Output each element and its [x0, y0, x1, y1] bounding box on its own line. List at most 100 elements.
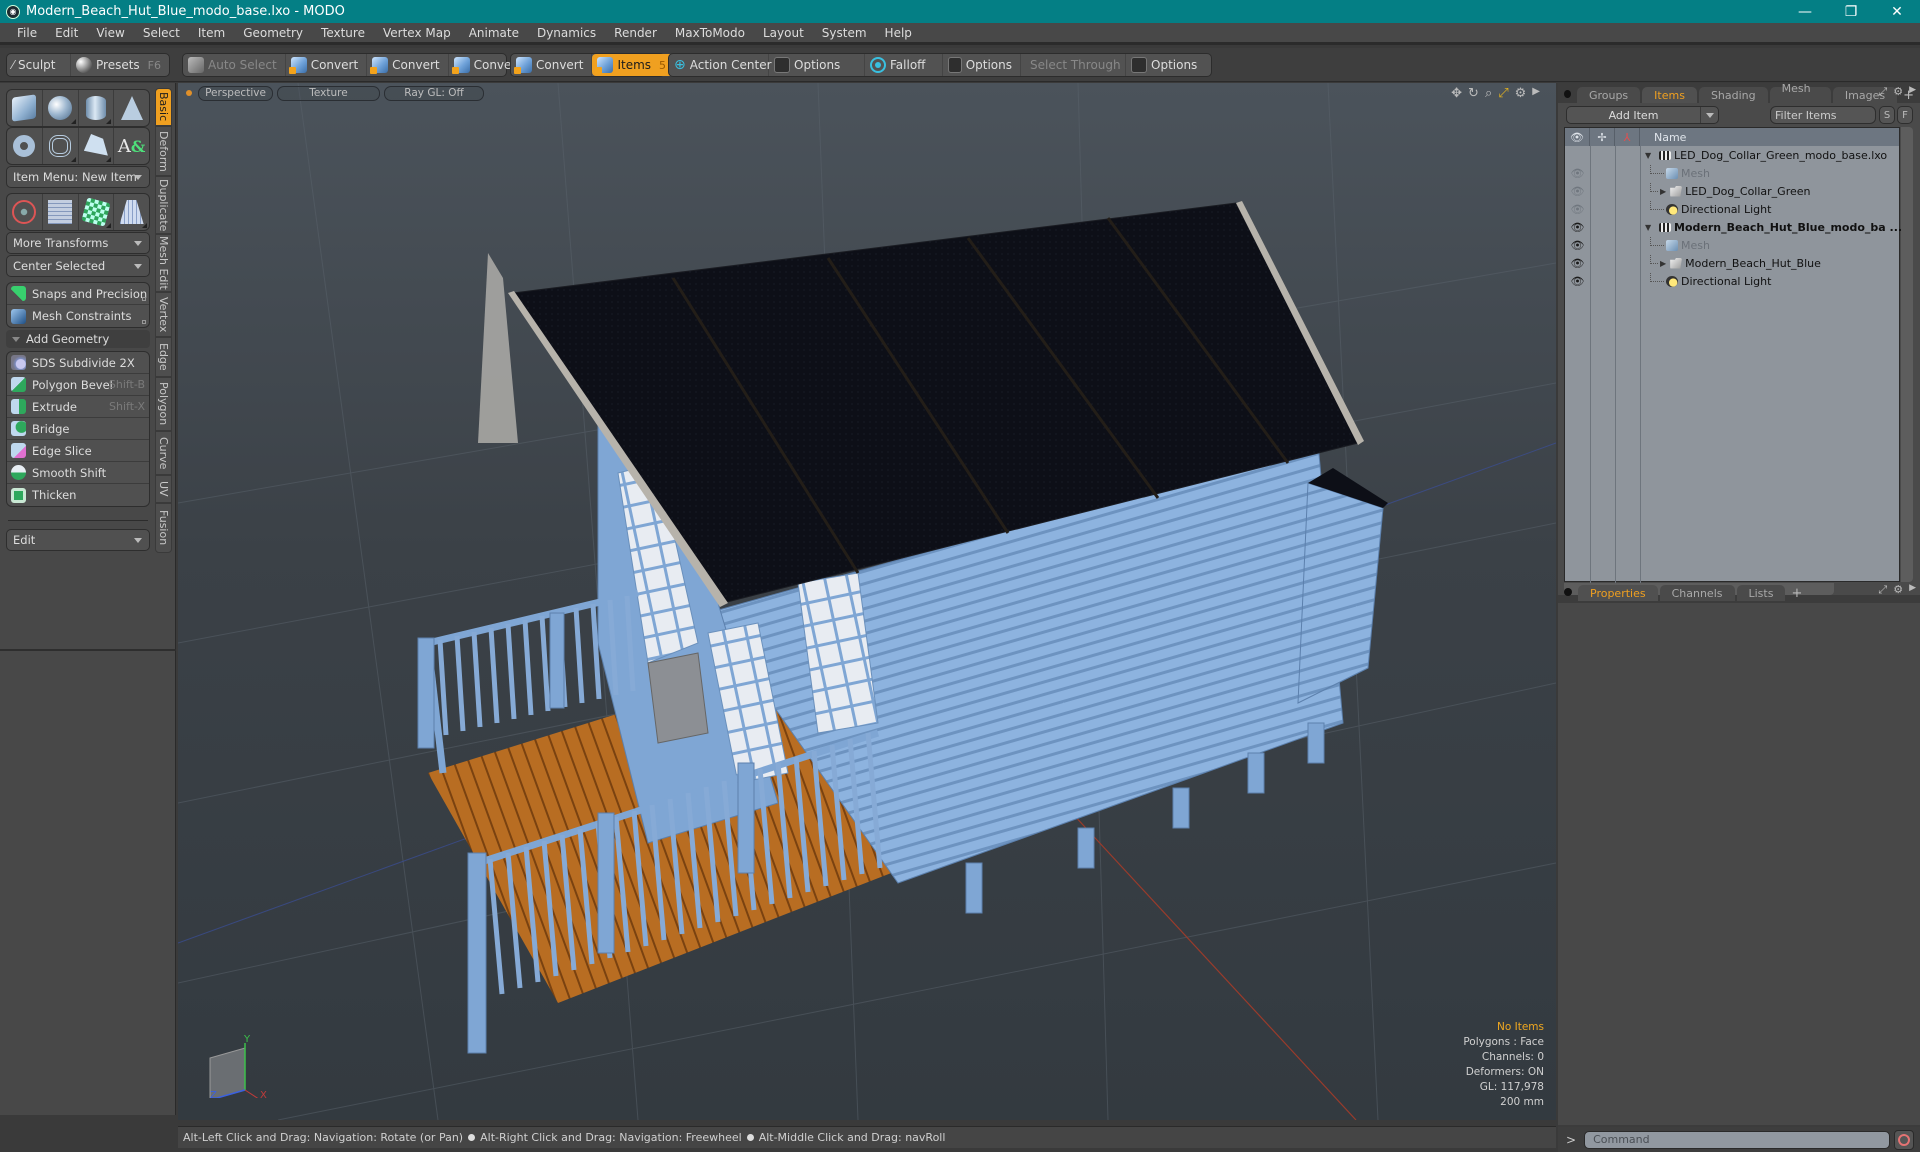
- select-through-button[interactable]: Select Through: [1021, 54, 1126, 76]
- snaps-and-precision-button[interactable]: Snaps and Precision: [7, 283, 149, 305]
- menu-maxtomodo[interactable]: MaxToModo: [666, 26, 754, 40]
- tab-properties[interactable]: Properties: [1578, 585, 1658, 601]
- panel-menu-icon[interactable]: [1564, 90, 1571, 98]
- deform-button[interactable]: [43, 194, 79, 230]
- tab-fusion[interactable]: Fusion: [155, 503, 172, 553]
- panel-arrow-icon[interactable]: ▶: [1909, 583, 1916, 597]
- visibility-eye-icon[interactable]: 👁: [1565, 239, 1590, 252]
- maximize-panel-icon[interactable]: ⤢: [1878, 85, 1887, 99]
- rotate-icon[interactable]: ↻: [1468, 86, 1479, 101]
- tree-vertical-scrollbar[interactable]: [1901, 127, 1913, 582]
- mesh-constraints-button[interactable]: Mesh Constraints: [7, 305, 149, 327]
- visibility-eye-icon[interactable]: 👁: [1565, 167, 1590, 180]
- menu-file[interactable]: File: [8, 26, 46, 40]
- tab-curve[interactable]: Curve: [155, 431, 172, 475]
- filter-items-input[interactable]: Filter Items: [1770, 106, 1876, 124]
- gear-icon[interactable]: ⚙: [1515, 86, 1527, 101]
- maximize-icon[interactable]: ⤢: [1498, 86, 1508, 101]
- falloff-options-button[interactable]: Options: [943, 54, 1021, 76]
- polygon-bevel-button[interactable]: Polygon Bevel Shift-B: [7, 374, 149, 396]
- tree-row-mesh[interactable]: 👁 Mesh: [1565, 236, 1899, 254]
- tree-row-scene-led[interactable]: ▼ LED_Dog_Collar_Green_modo_base.lxo: [1565, 146, 1899, 164]
- sds-subdivide-button[interactable]: SDS Subdivide 2X: [7, 352, 149, 374]
- tree-row-light[interactable]: 👁 Directional Light: [1565, 200, 1899, 218]
- sculpt-button[interactable]: ⁄ Sculpt: [7, 54, 71, 76]
- taper-tool-button[interactable]: [114, 194, 149, 230]
- menu-vertex-map[interactable]: Vertex Map: [374, 26, 460, 40]
- tab-edge[interactable]: Edge: [155, 337, 172, 377]
- view-mode-button[interactable]: Perspective: [198, 85, 273, 101]
- lock-column-icon[interactable]: ✢: [1590, 128, 1615, 146]
- menu-help[interactable]: Help: [876, 26, 921, 40]
- menu-geometry[interactable]: Geometry: [234, 26, 312, 40]
- more-transforms-dropdown[interactable]: More Transforms: [6, 232, 150, 254]
- add-geometry-section[interactable]: Add Geometry: [6, 330, 150, 348]
- pan-icon[interactable]: ✥: [1451, 86, 1462, 101]
- bridge-button[interactable]: Bridge: [7, 418, 149, 440]
- visibility-eye-icon[interactable]: 👁: [1565, 203, 1590, 216]
- menu-layout[interactable]: Layout: [754, 26, 813, 40]
- tab-mesh[interactable]: Mesh ...: [1769, 82, 1831, 108]
- convert-vertices-button[interactable]: Convert: [286, 54, 368, 76]
- menu-dynamics[interactable]: Dynamics: [528, 26, 605, 40]
- shading-mode-button[interactable]: Texture: [277, 85, 380, 101]
- zoom-icon[interactable]: ⌕: [1485, 86, 1492, 101]
- cylinder-primitive-button[interactable]: [79, 90, 115, 126]
- torus-primitive-button[interactable]: [7, 128, 43, 164]
- tab-channels[interactable]: Channels: [1659, 585, 1735, 601]
- gear-icon[interactable]: ⚙: [1893, 85, 1903, 99]
- tree-row-group[interactable]: 👁 ▶ LED_Dog_Collar_Green: [1565, 182, 1899, 200]
- panel-divider[interactable]: [0, 649, 176, 651]
- tree-row-group[interactable]: 👁 ▶ Modern_Beach_Hut_Blue: [1565, 254, 1899, 272]
- tab-mesh-edit[interactable]: Mesh Edit: [155, 234, 172, 292]
- axis-column-icon[interactable]: ⅄: [1615, 128, 1640, 146]
- command-input[interactable]: Command: [1584, 1130, 1891, 1149]
- record-macro-button[interactable]: [1894, 1129, 1915, 1150]
- presets-button[interactable]: Presets F6: [71, 54, 169, 76]
- action-center-options-button[interactable]: Options: [769, 54, 865, 76]
- tab-uv[interactable]: UV: [155, 475, 172, 503]
- visibility-eye-icon[interactable]: 👁: [1565, 221, 1590, 234]
- falloff-button[interactable]: Falloff: [865, 54, 943, 76]
- center-selected-dropdown[interactable]: Center Selected: [6, 255, 150, 277]
- name-column-header[interactable]: Name: [1640, 128, 1686, 146]
- visibility-column-icon[interactable]: 👁: [1565, 128, 1590, 146]
- tab-lists[interactable]: Lists: [1736, 585, 1786, 601]
- auto-select-button[interactable]: Auto Select: [183, 54, 286, 76]
- pen-tool-button[interactable]: [79, 128, 115, 164]
- transform-button[interactable]: [7, 194, 43, 230]
- menu-item[interactable]: Item: [189, 26, 234, 40]
- maximize-panel-icon[interactable]: ⤢: [1878, 583, 1887, 597]
- tab-polygon[interactable]: Polygon: [155, 377, 172, 431]
- menu-animate[interactable]: Animate: [460, 26, 528, 40]
- item-menu-dropdown[interactable]: Item Menu: New Item: [6, 166, 150, 188]
- tab-vertex[interactable]: Vertex: [155, 292, 172, 337]
- collapsed-arrow-icon[interactable]: ▶: [1660, 259, 1666, 268]
- tree-row-mesh[interactable]: 👁 Mesh: [1565, 164, 1899, 182]
- gear-icon[interactable]: ⚙: [1893, 583, 1903, 597]
- tab-duplicate[interactable]: Duplicate: [155, 176, 172, 234]
- restore-button[interactable]: ❐: [1828, 0, 1874, 23]
- filter-f-button[interactable]: F: [1897, 106, 1913, 124]
- smooth-shift-button[interactable]: Smooth Shift: [7, 462, 149, 484]
- panel-arrow-icon[interactable]: ▶: [1909, 85, 1916, 99]
- sphere-primitive-button[interactable]: [43, 90, 79, 126]
- tree-row-light[interactable]: 👁 Directional Light: [1565, 272, 1899, 290]
- filter-s-button[interactable]: S: [1879, 106, 1895, 124]
- chevron-down-icon[interactable]: [1700, 107, 1718, 123]
- items-mode-button[interactable]: Items 5: [592, 54, 675, 76]
- raygl-button[interactable]: Ray GL: Off: [384, 85, 484, 101]
- menu-render[interactable]: Render: [605, 26, 666, 40]
- viewport-indicator-icon[interactable]: [186, 90, 192, 96]
- menu-select[interactable]: Select: [134, 26, 189, 40]
- edge-slice-button[interactable]: Edge Slice: [7, 440, 149, 462]
- convert-items-button[interactable]: Convert: [511, 54, 593, 76]
- text-tool-button[interactable]: A&: [114, 128, 149, 164]
- minimize-button[interactable]: —: [1782, 0, 1828, 23]
- action-center-button[interactable]: ⊕ Action Center: [669, 54, 772, 76]
- panel-menu-icon[interactable]: [1564, 588, 1572, 596]
- texture-tool-button[interactable]: [79, 194, 115, 230]
- cube-primitive-button[interactable]: [7, 90, 43, 126]
- expand-arrow-icon[interactable]: ▼: [1645, 223, 1653, 232]
- cone-primitive-button[interactable]: [114, 90, 149, 126]
